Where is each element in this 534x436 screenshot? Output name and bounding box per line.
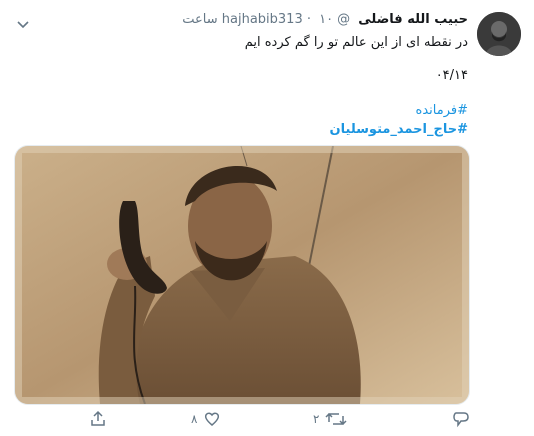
retweet-count: ۲: [313, 412, 320, 426]
share-icon: [89, 410, 107, 428]
retweet-icon: [325, 410, 347, 428]
hashtag-link[interactable]: #فرمانده: [330, 101, 468, 120]
reply-icon: [452, 410, 470, 428]
tweet-header: حبیب الله فاضلی @hajhabib313 · ۱۰ ساعت: [182, 11, 468, 29]
chevron-down-icon[interactable]: [17, 15, 29, 29]
hashtag-link[interactable]: #حاج_احمد_متوسلیان: [330, 120, 468, 139]
like-button[interactable]: ۸: [191, 409, 221, 429]
tweet-card[interactable]: حبیب الله فاضلی @hajhabib313 · ۱۰ ساعت د…: [0, 0, 534, 436]
separator-dot: ·: [306, 12, 311, 27]
like-count: ۸: [191, 412, 198, 426]
reply-button[interactable]: [452, 409, 470, 429]
tweet-photo[interactable]: [14, 145, 470, 405]
retweet-button[interactable]: ۲: [313, 409, 347, 429]
tweet-actions: ۸ ۲: [0, 405, 534, 435]
heart-icon: [203, 410, 221, 428]
tweet-text: در نقطه ای از این عالم تو را گم کرده ایم…: [28, 33, 468, 85]
author-name[interactable]: حبیب الله فاضلی: [358, 12, 468, 27]
tweet-text-line1: در نقطه ای از این عالم تو را گم کرده ایم: [244, 35, 468, 50]
hashtags: #فرمانده #حاج_احمد_متوسلیان: [330, 101, 468, 139]
share-button[interactable]: [89, 409, 107, 429]
avatar[interactable]: [477, 12, 521, 56]
tweet-text-line2: ۰۴/۱۴: [435, 68, 468, 83]
